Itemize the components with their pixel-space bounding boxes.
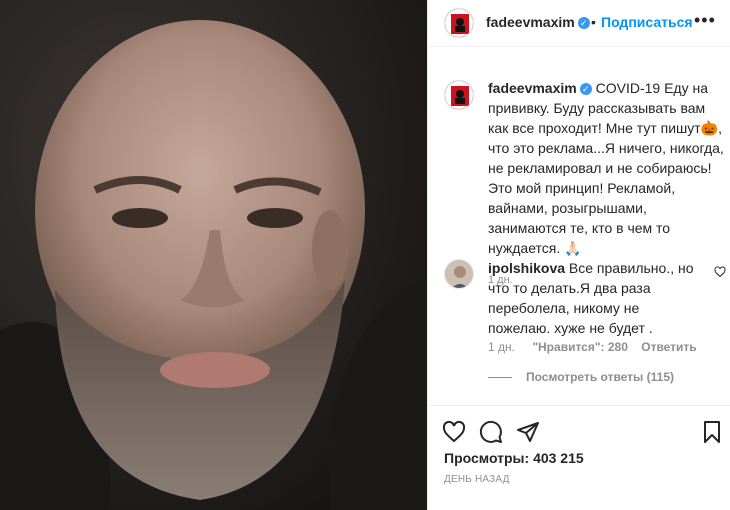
post-date[interactable]: ДЕНЬ НАЗАД (444, 474, 510, 485)
video-frame-image (0, 0, 427, 510)
views-count: Просмотры: 403 215 (444, 450, 584, 466)
post-video[interactable] (0, 0, 427, 510)
comment-icon[interactable] (479, 420, 503, 444)
comment-item: ipolshikova Все правильно., но что то де… (488, 258, 698, 338)
comment-meta-row: 1 дн. "Нравится": 280 Ответить (488, 340, 697, 354)
comment-likes[interactable]: "Нравится": 280 (532, 340, 628, 354)
caption-verified-badge-icon: ✓ (579, 83, 592, 96)
verified-badge-icon: ✓ (577, 16, 590, 29)
caption-username[interactable]: fadeevmaxim (488, 80, 577, 96)
separator-dot: • (591, 14, 596, 30)
follow-button[interactable]: Подписаться (601, 14, 693, 30)
post-header: fadeevmaxim ✓ • Подписаться ••• (428, 0, 730, 47)
caption-text: COVID-19 Еду на прививку. Буду рассказыв… (488, 80, 724, 256)
bookmark-icon[interactable] (700, 420, 724, 444)
ellipsis-icon[interactable]: ••• (694, 10, 716, 31)
author-logo-icon (445, 9, 473, 37)
commenter-username[interactable]: ipolshikova (488, 260, 565, 276)
caption-author-logo-icon (445, 81, 473, 109)
paper-plane-icon[interactable] (516, 420, 540, 444)
commenter-photo-icon (445, 260, 473, 288)
replies-line (488, 377, 512, 379)
heart-icon[interactable] (442, 420, 466, 444)
reply-button[interactable]: Ответить (641, 340, 696, 354)
comment-time[interactable]: 1 дн. (488, 340, 515, 354)
author-username[interactable]: fadeevmaxim (486, 14, 575, 30)
caption-author-avatar[interactable] (444, 80, 474, 110)
action-bar (428, 405, 730, 456)
view-replies-label: Посмотреть ответы (115) (526, 370, 674, 384)
comment-like-heart-icon[interactable] (714, 266, 726, 278)
views-label: Просмотры: (444, 450, 530, 466)
view-replies-button[interactable]: Посмотреть ответы (115) (488, 370, 674, 384)
views-number: 403 215 (533, 450, 584, 466)
commenter-avatar[interactable] (444, 259, 474, 289)
post-details-panel: fadeevmaxim ✓ • Подписаться ••• fadeevmax… (427, 0, 730, 510)
author-avatar[interactable] (444, 8, 474, 38)
